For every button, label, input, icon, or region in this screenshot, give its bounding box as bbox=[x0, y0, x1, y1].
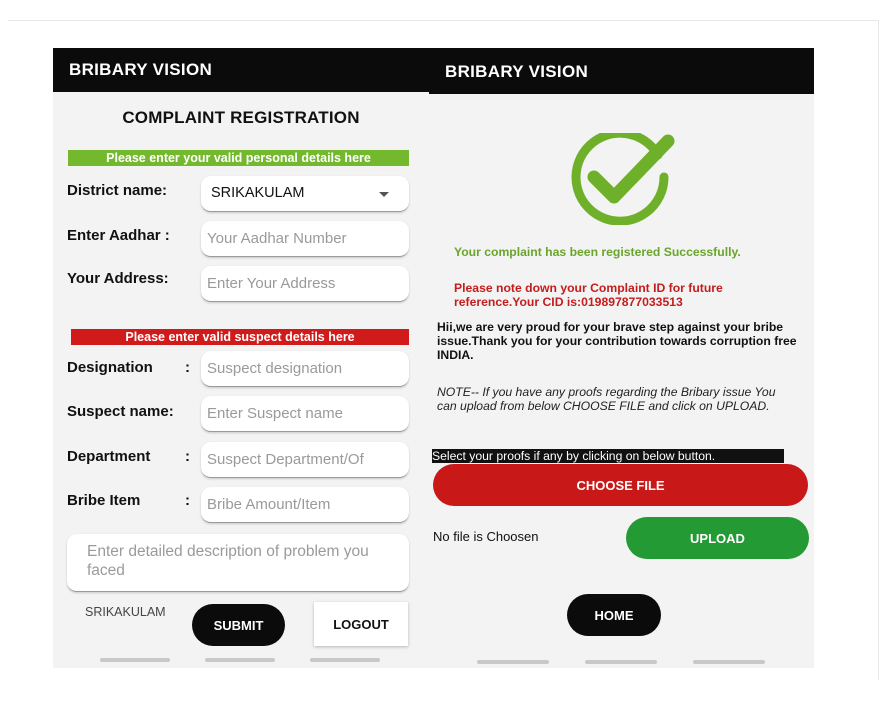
district-selected-value: SRIKAKULAM bbox=[211, 185, 305, 201]
app-bar: BRIBARY VISION bbox=[429, 48, 814, 94]
aadhar-input[interactable] bbox=[201, 221, 409, 256]
complaint-id-note: Please note down your Complaint ID for f… bbox=[454, 281, 723, 309]
bribe-item-colon: : bbox=[185, 492, 190, 509]
system-nav-indicator bbox=[477, 660, 549, 664]
department-colon: : bbox=[185, 448, 190, 465]
success-message: Your complaint has been registered Succe… bbox=[454, 245, 741, 259]
designation-label: Designation bbox=[67, 359, 153, 376]
bribe-item-input[interactable] bbox=[201, 487, 409, 522]
aadhar-label: Enter Aadhar : bbox=[67, 227, 170, 244]
complaint-registration-screen: BRIBARY VISION COMPLAINT REGISTRATION Pl… bbox=[53, 48, 429, 668]
frame-border-top bbox=[8, 20, 878, 21]
logout-button[interactable]: LOGOUT bbox=[314, 602, 408, 646]
department-field[interactable] bbox=[201, 442, 409, 478]
aadhar-field[interactable] bbox=[201, 221, 409, 257]
department-input[interactable] bbox=[201, 442, 409, 477]
suspect-name-input[interactable] bbox=[201, 396, 409, 431]
app-title: BRIBARY VISION bbox=[69, 60, 213, 79]
designation-field[interactable] bbox=[201, 351, 409, 387]
department-label: Department bbox=[67, 448, 151, 465]
address-field[interactable] bbox=[201, 266, 409, 302]
designation-colon: : bbox=[185, 359, 190, 376]
district-label: District name: bbox=[67, 182, 168, 199]
suspect-name-field[interactable] bbox=[201, 396, 409, 432]
address-label: Your Address: bbox=[67, 270, 169, 287]
upload-button[interactable]: UPLOAD bbox=[626, 517, 809, 559]
proof-upload-note: NOTE-- If you have any proofs regarding … bbox=[437, 385, 776, 413]
address-input[interactable] bbox=[201, 266, 409, 301]
description-textarea[interactable] bbox=[67, 534, 409, 591]
choose-file-button[interactable]: CHOOSE FILE bbox=[433, 464, 808, 506]
designation-input[interactable] bbox=[201, 351, 409, 386]
suspect-details-banner: Please enter valid suspect details here bbox=[71, 329, 409, 345]
chevron-down-icon bbox=[379, 192, 389, 197]
suspect-name-label: Suspect name: bbox=[67, 403, 174, 420]
description-field[interactable] bbox=[67, 534, 409, 592]
system-nav-indicator bbox=[100, 658, 170, 662]
system-nav-indicator bbox=[310, 658, 380, 662]
check-circle-icon bbox=[571, 133, 675, 225]
submit-button[interactable]: SUBMIT bbox=[192, 604, 285, 646]
system-nav-indicator bbox=[585, 660, 657, 664]
app-bar: BRIBARY VISION bbox=[53, 48, 429, 92]
district-footer-text: SRIKAKULAM bbox=[85, 605, 166, 619]
select-proofs-text: Select your proofs if any by clicking on… bbox=[432, 449, 784, 463]
personal-details-banner: Please enter your valid personal details… bbox=[68, 150, 409, 166]
thank-you-message: Hii,we are very proud for your brave ste… bbox=[437, 320, 797, 362]
system-nav-indicator bbox=[205, 658, 275, 662]
app-title: BRIBARY VISION bbox=[445, 62, 589, 81]
bribe-item-label: Bribe Item bbox=[67, 492, 141, 509]
no-file-status: No file is Choosen bbox=[433, 529, 539, 544]
bribe-item-field[interactable] bbox=[201, 487, 409, 523]
home-button[interactable]: HOME bbox=[567, 594, 661, 636]
page-title: COMPLAINT REGISTRATION bbox=[122, 108, 360, 127]
district-select[interactable]: SRIKAKULAM bbox=[201, 176, 409, 212]
system-nav-indicator bbox=[693, 660, 765, 664]
frame-border-right bbox=[878, 20, 879, 680]
complaint-success-screen: BRIBARY VISION Your complaint has been r… bbox=[429, 48, 814, 668]
